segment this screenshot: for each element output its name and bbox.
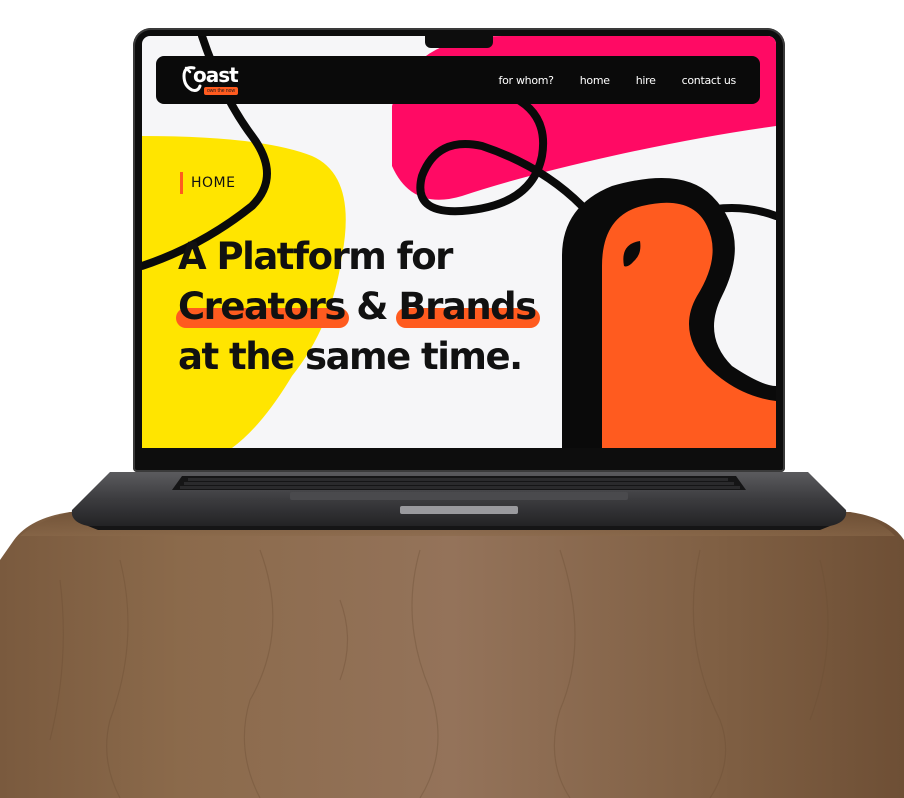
brand-logo[interactable]: oast own the now [180, 62, 260, 98]
hero-line-3: at the same time. [178, 335, 523, 378]
highlight-brands: Brands [396, 282, 540, 332]
breadcrumb: HOME [180, 172, 235, 194]
nav-link-home[interactable]: home [580, 74, 610, 87]
camera-notch [425, 36, 493, 48]
hero-line-2: Creators & Brands [176, 282, 540, 332]
highlight-creators: Creators [176, 282, 349, 332]
highlight-creators-text: Creators [178, 285, 346, 328]
laptop-base [71, 472, 847, 530]
logo-tagline: own the now [204, 87, 239, 95]
highlight-brands-text: Brands [398, 285, 537, 328]
hero-line-1: A Platform for [178, 235, 453, 278]
breadcrumb-accent-bar [180, 172, 183, 194]
hero-headline: A Platform for Creators & Brands at the … [176, 232, 540, 382]
website-screen: oast own the now for whom? home hire con… [142, 36, 776, 448]
breadcrumb-label: HOME [191, 175, 236, 191]
nav-link-hire[interactable]: hire [636, 74, 656, 87]
logo-wordmark: oast [193, 63, 239, 87]
hero-connector: & [356, 285, 388, 328]
nav-links: for whom? home hire contact us [473, 56, 737, 104]
top-navbar: oast own the now for whom? home hire con… [156, 56, 760, 104]
laptop-bezel [142, 448, 776, 470]
nav-link-contact-us[interactable]: contact us [682, 74, 737, 87]
nav-link-for-whom[interactable]: for whom? [499, 74, 554, 87]
